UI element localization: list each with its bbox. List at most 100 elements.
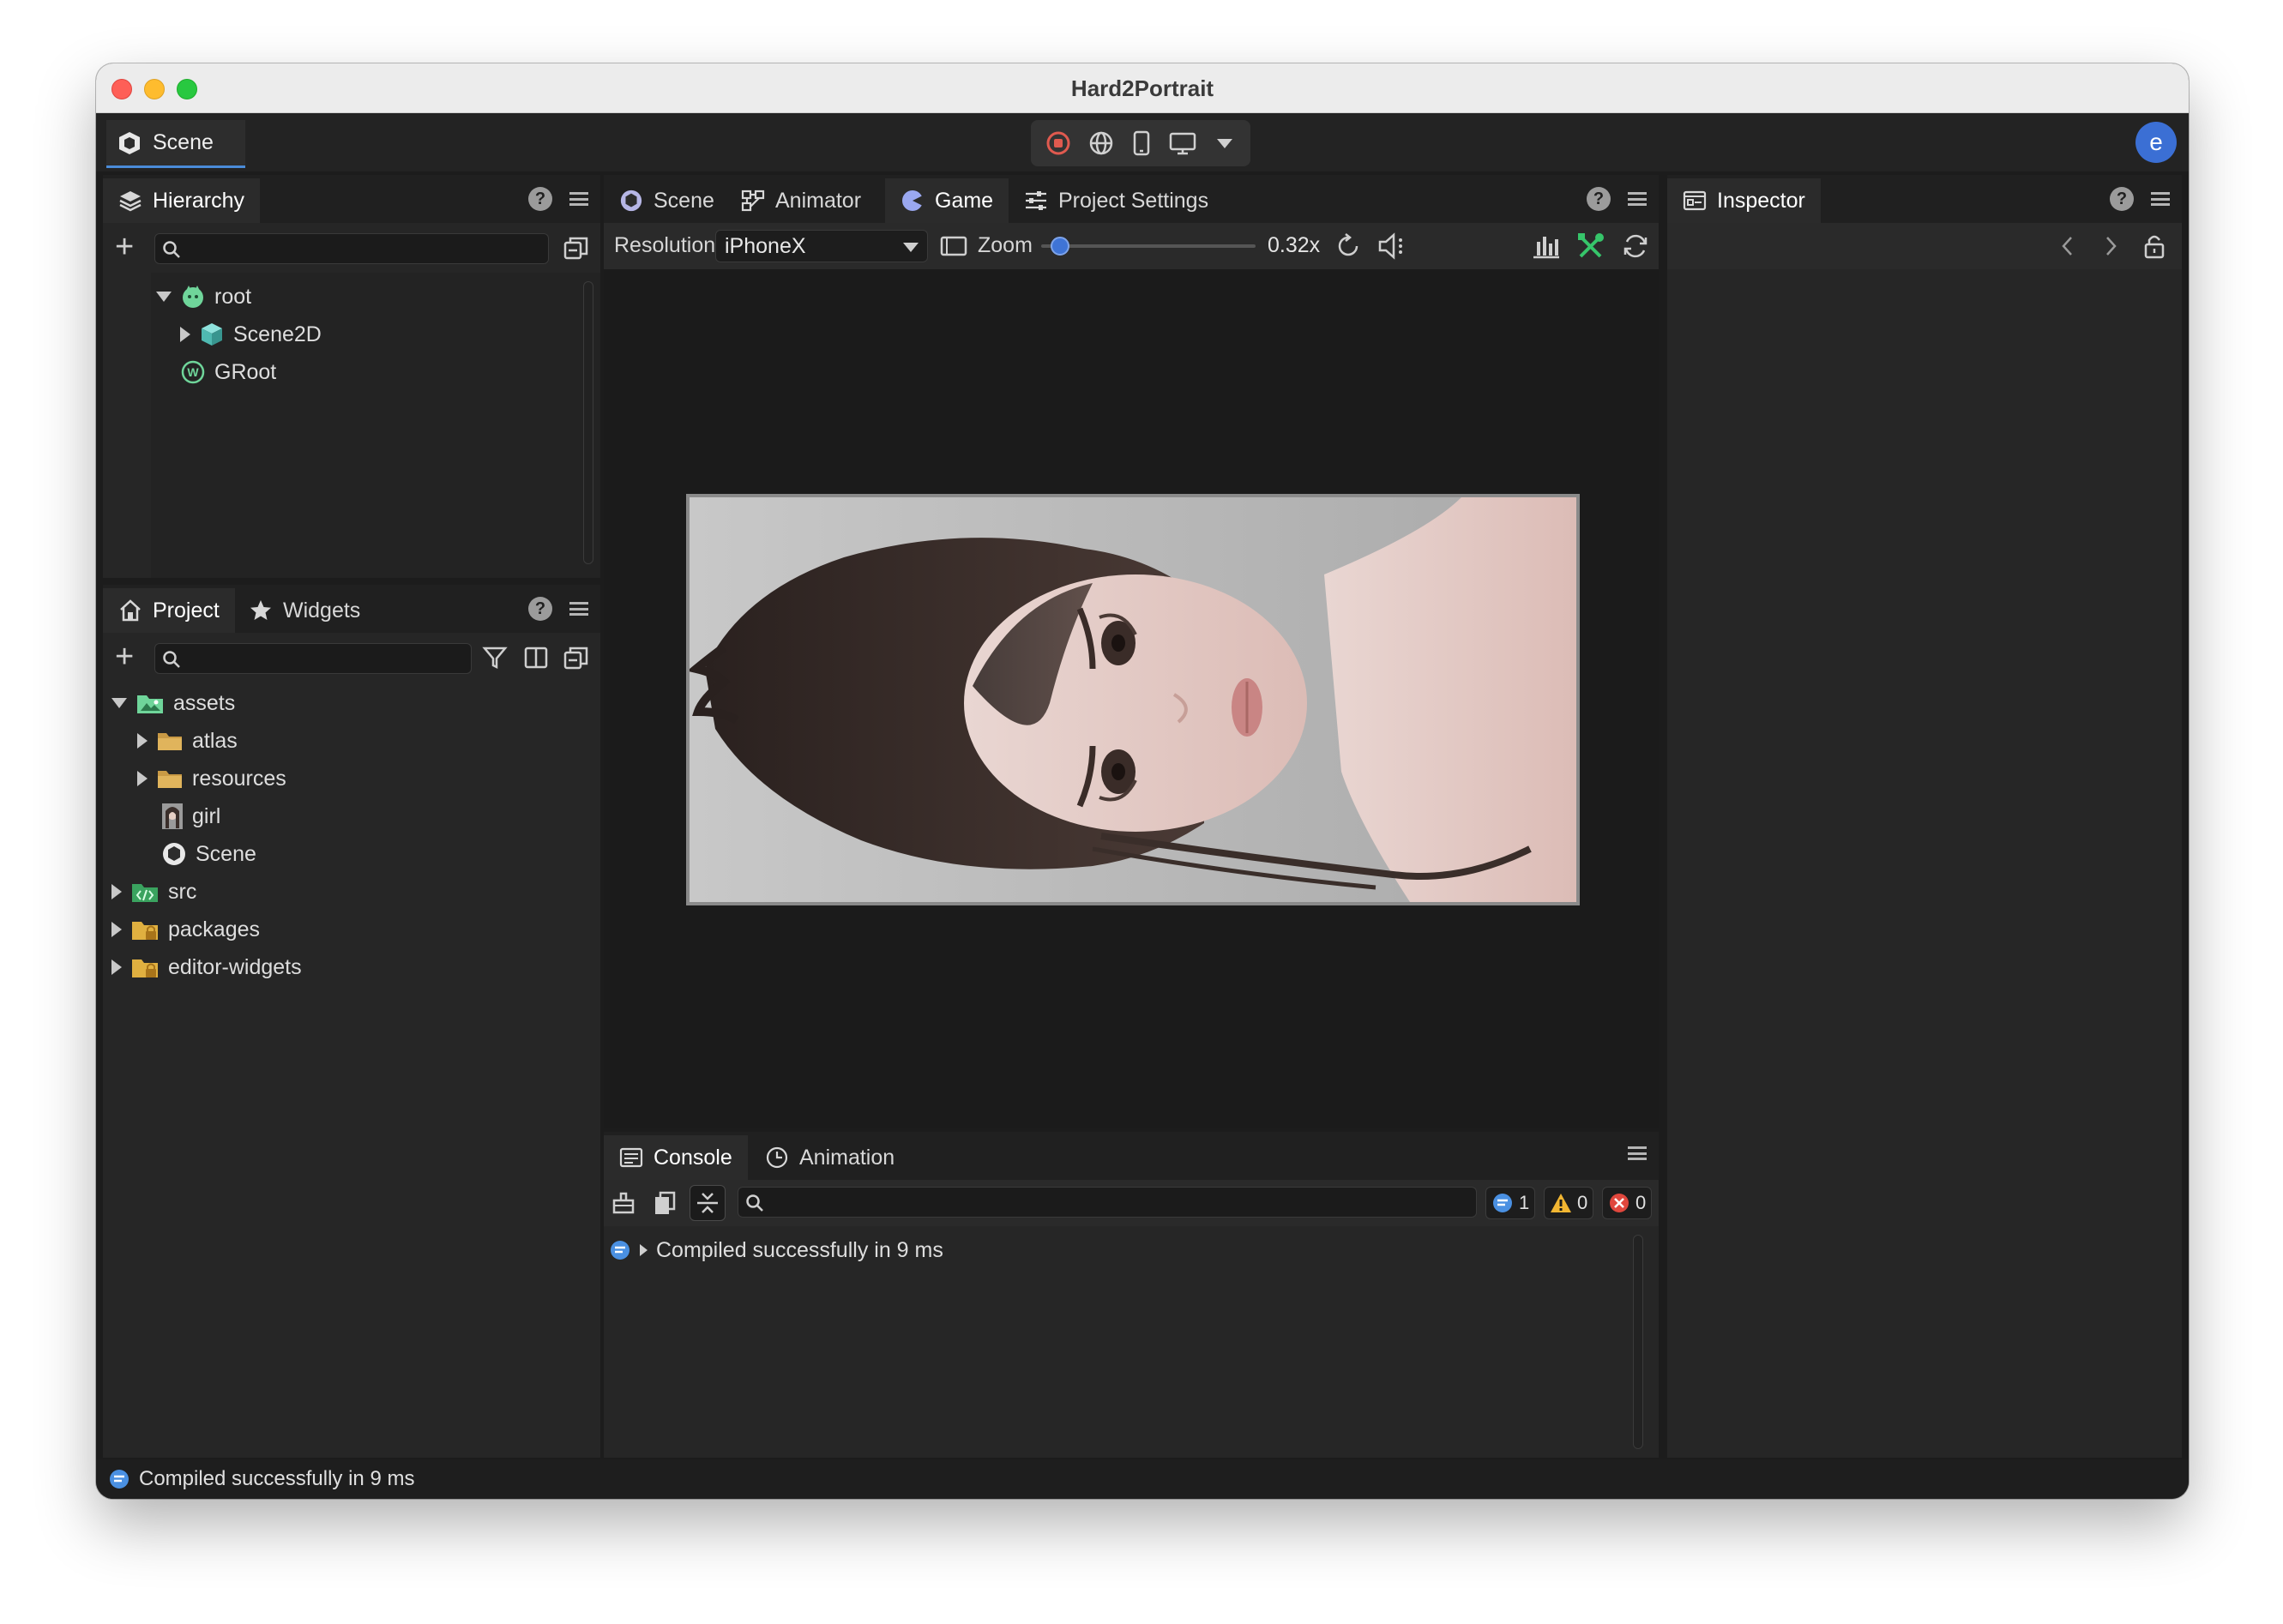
tab-hierarchy[interactable]: Hierarchy (103, 178, 260, 223)
reset-zoom-icon[interactable] (1334, 232, 1362, 260)
game-toolbar: Resolution iPhoneX Zoom 0.32x (604, 223, 1659, 269)
chevron-down-icon (903, 243, 919, 252)
split-view-icon[interactable] (523, 645, 549, 671)
inspector-nav-bar (1667, 223, 2182, 269)
menu-icon[interactable] (569, 189, 588, 208)
expand-arrow-icon[interactable] (180, 327, 190, 342)
tab-console[interactable]: Console (604, 1135, 748, 1180)
expand-arrow-icon[interactable] (111, 698, 127, 708)
scene-document-tab[interactable]: Scene (106, 120, 245, 168)
inspector-header-actions: ? (2110, 187, 2170, 211)
zoom-slider-thumb[interactable] (1051, 237, 1070, 256)
hierarchy-scrollbar[interactable] (583, 281, 593, 564)
mute-icon[interactable] (1377, 232, 1410, 261)
tree-item-editor-widgets[interactable]: editor-widgets (111, 950, 302, 984)
warning-count-badge[interactable]: 0 (1544, 1187, 1594, 1219)
copy-icon[interactable] (652, 1190, 678, 1216)
tab-widgets[interactable]: Widgets (233, 588, 376, 633)
scene-icon (620, 189, 642, 212)
tree-item-groot[interactable]: W GRoot (180, 355, 276, 389)
stop-icon[interactable] (1045, 130, 1071, 156)
collapse-all-icon[interactable] (563, 235, 590, 262)
error-count-badge[interactable]: 0 (1602, 1187, 1653, 1219)
hierarchy-search-input[interactable] (154, 233, 549, 264)
filter-icon[interactable] (482, 645, 508, 671)
resolution-select[interactable]: iPhoneX (715, 230, 928, 262)
unlock-icon[interactable] (2142, 233, 2166, 259)
tree-item-atlas[interactable]: atlas (137, 724, 238, 758)
console-scrollbar[interactable] (1633, 1235, 1643, 1449)
collapse-logs-button[interactable] (690, 1185, 726, 1221)
hierarchy-header-actions: ? (528, 187, 588, 211)
tab-inspector-label: Inspector (1717, 188, 1805, 213)
source-folder-icon (132, 884, 158, 902)
help-icon[interactable]: ? (1587, 187, 1611, 211)
tab-animator[interactable]: Animator (726, 178, 876, 223)
menu-icon[interactable] (1628, 189, 1647, 208)
add-asset-button[interactable]: + (115, 641, 134, 673)
tab-project[interactable]: Project (103, 588, 235, 633)
error-count: 0 (1635, 1192, 1647, 1213)
expand-arrow-icon[interactable] (137, 733, 148, 749)
tab-animator-label: Animator (775, 188, 862, 213)
tree-item-scene2d[interactable]: Scene2D (180, 317, 322, 352)
mobile-preview-icon[interactable] (1131, 129, 1152, 157)
center-header-actions: ? (1587, 187, 1647, 211)
expand-arrow-icon[interactable] (111, 922, 122, 937)
menu-icon[interactable] (569, 599, 588, 618)
hierarchy-search-row: + (103, 223, 600, 273)
tree-item-packages[interactable]: packages (111, 912, 260, 947)
refresh-icon[interactable] (1621, 232, 1650, 261)
expand-arrow-icon[interactable] (111, 959, 122, 975)
zoom-slider[interactable] (1041, 237, 1256, 256)
chevron-down-icon[interactable] (1214, 132, 1236, 154)
layers-icon (119, 191, 142, 212)
console-search-input[interactable] (738, 1187, 1477, 1218)
web-preview-icon[interactable] (1087, 129, 1115, 157)
help-icon[interactable]: ? (528, 187, 552, 211)
status-message: Compiled successfully in 9 ms (139, 1467, 415, 1490)
tab-game[interactable]: Game (885, 178, 1009, 223)
tab-inspector[interactable]: Inspector (1667, 178, 1821, 223)
desktop-preview-icon[interactable] (1168, 129, 1197, 157)
tab-project-settings[interactable]: Project Settings (1009, 178, 1224, 223)
tree-item-root[interactable]: root (156, 280, 251, 314)
aspect-frame-icon[interactable] (940, 235, 967, 257)
project-search-input[interactable] (154, 643, 472, 674)
help-icon[interactable]: ? (2110, 187, 2134, 211)
console-icon (619, 1147, 643, 1168)
game-canvas[interactable] (686, 494, 1580, 905)
game-viewport[interactable] (604, 269, 1659, 1128)
stats-icon[interactable] (1532, 232, 1561, 261)
expand-arrow-icon[interactable] (137, 771, 148, 786)
hierarchy-panel-header: Hierarchy ? (103, 175, 600, 223)
tab-scene[interactable]: Scene (604, 178, 730, 223)
collapse-logs-icon (697, 1193, 718, 1213)
menu-icon[interactable] (1628, 1144, 1647, 1163)
help-icon[interactable]: ? (528, 597, 552, 621)
tree-item-assets[interactable]: assets (111, 686, 235, 720)
clear-console-icon[interactable] (611, 1190, 636, 1216)
chevron-left-icon[interactable] (2057, 235, 2079, 257)
collapse-all-icon[interactable] (563, 645, 590, 672)
expand-arrow-icon[interactable] (640, 1244, 648, 1256)
console-panel-header: Console Animation (604, 1132, 1659, 1180)
user-avatar[interactable]: e (2135, 122, 2177, 163)
tree-item-src[interactable]: src (111, 875, 196, 909)
console-panel: Console Animation 1 0 0 Compiled success… (604, 1132, 1659, 1458)
log-count-badge[interactable]: 1 (1485, 1187, 1536, 1219)
tree-item-girl[interactable]: girl (137, 799, 220, 833)
tab-animation[interactable]: Animation (750, 1135, 910, 1180)
tree-item-resources[interactable]: resources (137, 761, 286, 796)
editor-window: Hard2Portrait Scene e Hierarchy ? + root… (96, 63, 2189, 1499)
tree-item-scene[interactable]: Scene (137, 837, 256, 871)
tools-icon[interactable] (1576, 232, 1605, 261)
expand-arrow-icon[interactable] (111, 884, 122, 899)
menu-icon[interactable] (2151, 189, 2170, 208)
add-node-button[interactable]: + (115, 231, 134, 263)
expand-arrow-icon[interactable] (156, 292, 172, 302)
tab-project-settings-label: Project Settings (1058, 188, 1209, 213)
zoom-slider-track (1041, 244, 1256, 248)
chevron-right-icon[interactable] (2099, 235, 2122, 257)
console-log-entry[interactable]: Compiled successfully in 9 ms (609, 1233, 943, 1267)
